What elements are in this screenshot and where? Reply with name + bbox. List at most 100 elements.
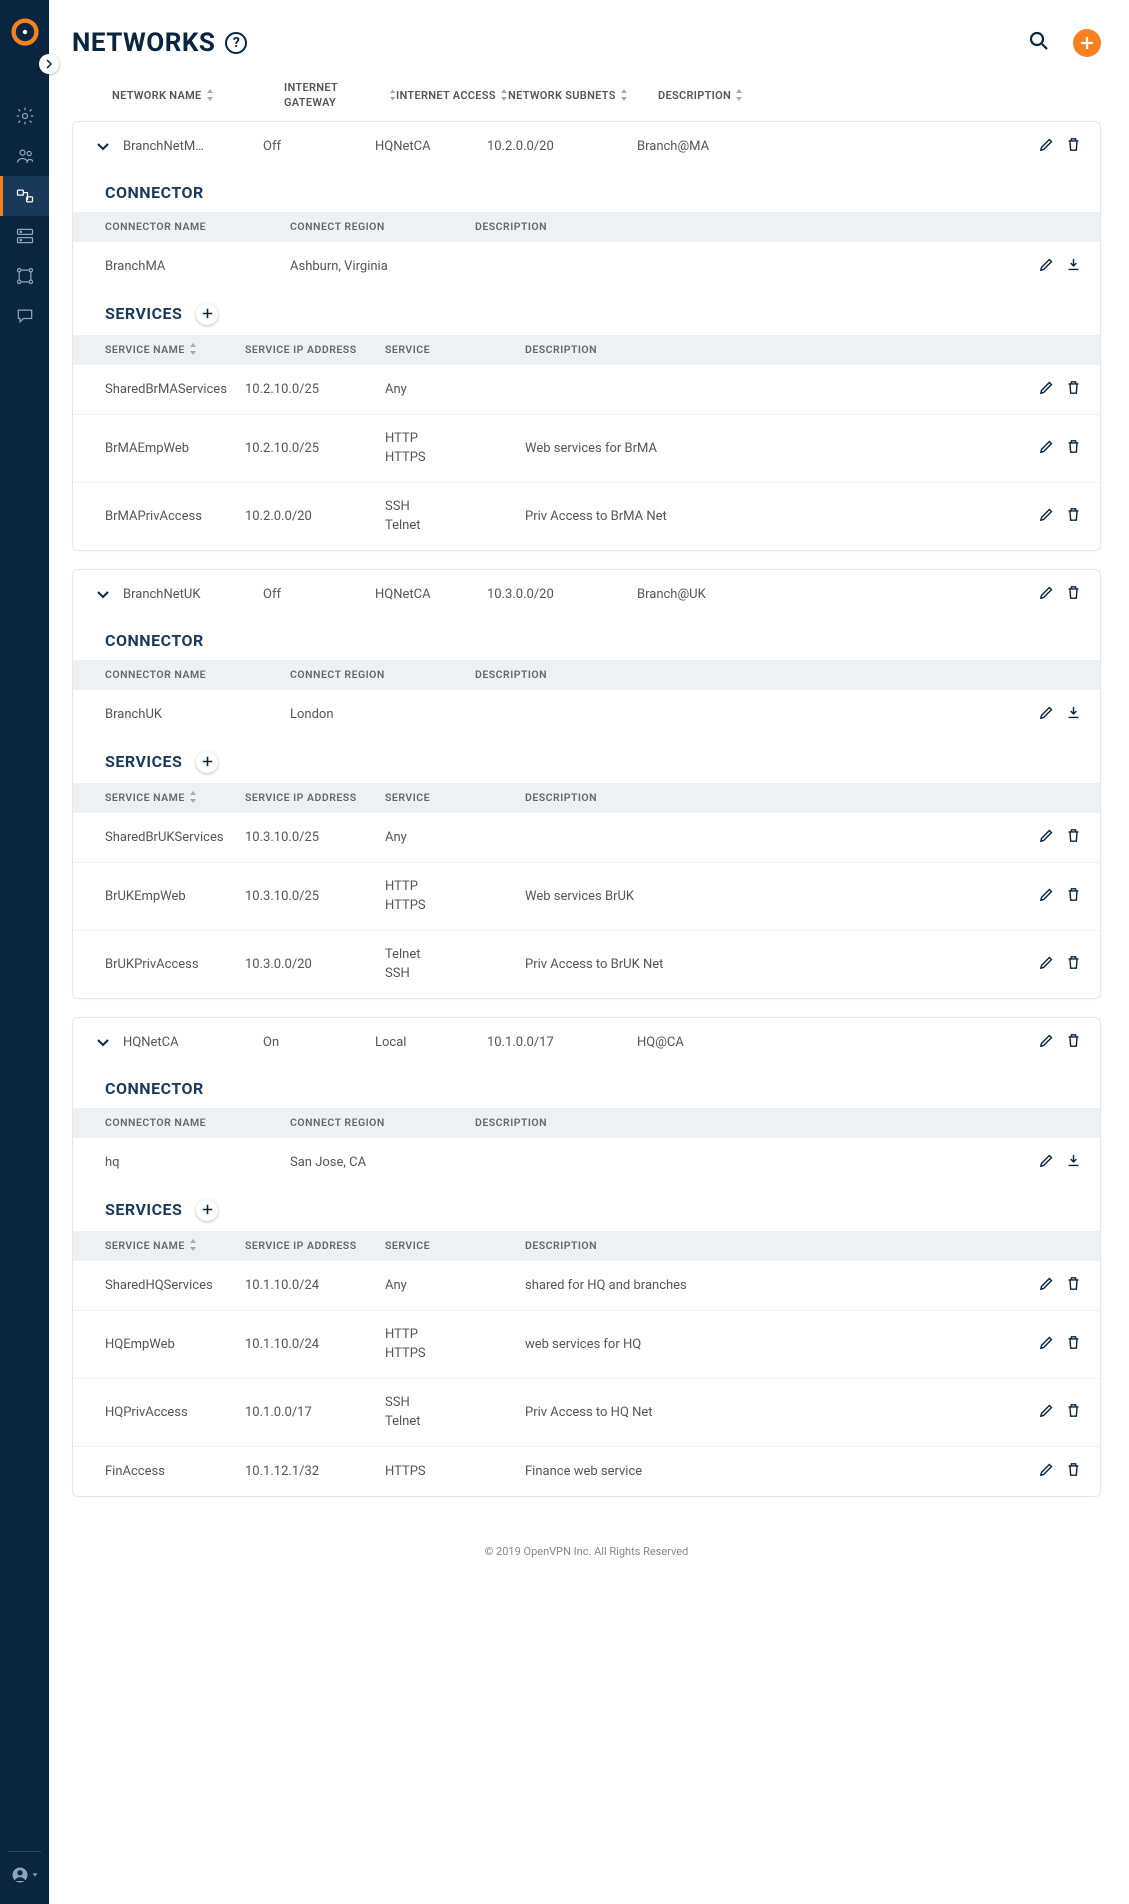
- delete-service-button[interactable]: [1065, 379, 1082, 400]
- edit-service-button[interactable]: [1038, 1461, 1055, 1482]
- delete-service-button[interactable]: [1065, 438, 1082, 459]
- col-connector-name: CONNECTOR NAME: [105, 220, 290, 233]
- delete-service-button[interactable]: [1065, 827, 1082, 848]
- service-name: BrMAEmpWeb: [105, 441, 245, 456]
- connector-section-title: CONNECTOR: [73, 619, 1100, 660]
- service-ip: 10.3.10.0/25: [245, 830, 385, 845]
- network-row: BranchNetM… Off HQNetCA 10.2.0.0/20 Bran…: [73, 122, 1100, 171]
- caret-down-icon: [31, 1871, 39, 1879]
- nav-hosts[interactable]: [0, 216, 49, 256]
- services-table-header: SERVICE NAME SERVICE IP ADDRESS SERVICE …: [73, 783, 1100, 812]
- edit-service-button[interactable]: [1038, 379, 1055, 400]
- service-ip: 10.2.10.0/25: [245, 441, 385, 456]
- add-service-button[interactable]: [196, 303, 218, 325]
- nav-logs[interactable]: [0, 296, 49, 336]
- user-menu-button[interactable]: [0, 1866, 49, 1884]
- footer-text: © 2019 OpenVPN Inc. All Rights Reserved: [72, 1515, 1101, 1588]
- col-connector-description: DESCRIPTION: [475, 220, 1082, 233]
- delete-service-button[interactable]: [1065, 1402, 1082, 1423]
- trash-icon: [1065, 1275, 1082, 1292]
- edit-service-button[interactable]: [1038, 886, 1055, 907]
- edit-network-button[interactable]: [1038, 1032, 1055, 1053]
- expand-network-button[interactable]: [83, 138, 123, 154]
- delete-service-button[interactable]: [1065, 506, 1082, 527]
- col-connector-region: CONNECT REGION: [290, 220, 475, 233]
- col-gateway[interactable]: INTERNET GATEWAY: [284, 80, 396, 111]
- col-service-name[interactable]: SERVICE NAME: [105, 1239, 245, 1252]
- search-icon: [1027, 29, 1051, 53]
- edit-connector-button[interactable]: [1038, 256, 1055, 277]
- network-card: BranchNetUK Off HQNetCA 10.3.0.0/20 Bran…: [72, 569, 1101, 999]
- add-service-button[interactable]: [196, 751, 218, 773]
- connector-table-header: CONNECTOR NAME CONNECT REGION DESCRIPTIO…: [73, 1108, 1100, 1137]
- delete-service-button[interactable]: [1065, 954, 1082, 975]
- col-name[interactable]: NETWORK NAME: [112, 80, 284, 111]
- service-type: HTTPHTTPS: [385, 1325, 525, 1364]
- download-connector-button[interactable]: [1065, 704, 1082, 725]
- edit-service-button[interactable]: [1038, 506, 1055, 527]
- nav-users[interactable]: [0, 136, 49, 176]
- edit-service-button[interactable]: [1038, 827, 1055, 848]
- nav-topology[interactable]: [0, 256, 49, 296]
- nav-settings[interactable]: [0, 96, 49, 136]
- service-row: SharedBrUKServices 10.3.10.0/25 Any: [73, 812, 1100, 862]
- trash-icon: [1065, 438, 1082, 455]
- plus-icon: [202, 756, 213, 767]
- service-ip: 10.3.10.0/25: [245, 889, 385, 904]
- delete-service-button[interactable]: [1065, 1334, 1082, 1355]
- chevron-down-icon: [95, 586, 111, 602]
- edit-icon: [1038, 1152, 1055, 1169]
- table-column-headers: NETWORK NAME INTERNET GATEWAY INTERNET A…: [72, 80, 1101, 121]
- expand-network-button[interactable]: [83, 1034, 123, 1050]
- service-name: HQEmpWeb: [105, 1337, 245, 1352]
- edit-network-button[interactable]: [1038, 136, 1055, 157]
- col-service-name[interactable]: SERVICE NAME: [105, 343, 245, 356]
- download-connector-button[interactable]: [1065, 256, 1082, 277]
- delete-network-button[interactable]: [1065, 1032, 1082, 1053]
- network-gateway: Off: [263, 139, 375, 154]
- edit-service-button[interactable]: [1038, 438, 1055, 459]
- edit-network-button[interactable]: [1038, 584, 1055, 605]
- col-access[interactable]: INTERNET ACCESS: [396, 80, 508, 111]
- edit-connector-button[interactable]: [1038, 1152, 1055, 1173]
- connector-row: BranchUK London: [73, 689, 1100, 739]
- delete-service-button[interactable]: [1065, 1275, 1082, 1296]
- edit-service-button[interactable]: [1038, 1334, 1055, 1355]
- network-name: HQNetCA: [123, 1035, 263, 1050]
- service-ip: 10.1.0.0/17: [245, 1405, 385, 1420]
- expand-network-button[interactable]: [83, 586, 123, 602]
- col-service-name[interactable]: SERVICE NAME: [105, 791, 245, 804]
- delete-service-button[interactable]: [1065, 1461, 1082, 1482]
- help-button[interactable]: ?: [225, 32, 247, 54]
- delete-service-button[interactable]: [1065, 886, 1082, 907]
- service-type: Any: [385, 1276, 525, 1296]
- col-subnets[interactable]: NETWORK SUBNETS: [508, 80, 658, 111]
- service-name: SharedHQServices: [105, 1278, 245, 1293]
- service-row: BrUKEmpWeb 10.3.10.0/25 HTTPHTTPS Web se…: [73, 862, 1100, 930]
- trash-icon: [1065, 584, 1082, 601]
- edit-service-button[interactable]: [1038, 1275, 1055, 1296]
- network-access: HQNetCA: [375, 587, 487, 602]
- edit-icon: [1038, 136, 1055, 153]
- connector-section-title: CONNECTOR: [73, 171, 1100, 212]
- trash-icon: [1065, 1461, 1082, 1478]
- delete-network-button[interactable]: [1065, 584, 1082, 605]
- edit-icon: [1038, 827, 1055, 844]
- services-table-header: SERVICE NAME SERVICE IP ADDRESS SERVICE …: [73, 335, 1100, 364]
- add-network-button[interactable]: [1073, 29, 1101, 57]
- service-name: BrUKPrivAccess: [105, 957, 245, 972]
- edit-service-button[interactable]: [1038, 954, 1055, 975]
- download-connector-button[interactable]: [1065, 1152, 1082, 1173]
- nav-networks[interactable]: [0, 176, 49, 216]
- service-name: BrMAPrivAccess: [105, 509, 245, 524]
- edit-service-button[interactable]: [1038, 1402, 1055, 1423]
- edit-connector-button[interactable]: [1038, 704, 1055, 725]
- service-row: SharedBrMAServices 10.2.10.0/25 Any: [73, 364, 1100, 414]
- delete-network-button[interactable]: [1065, 136, 1082, 157]
- expand-sidebar-button[interactable]: [39, 54, 59, 74]
- add-service-button[interactable]: [196, 1199, 218, 1221]
- service-name: HQPrivAccess: [105, 1405, 245, 1420]
- service-ip: 10.3.0.0/20: [245, 957, 385, 972]
- search-button[interactable]: [1027, 29, 1051, 57]
- col-description[interactable]: DESCRIPTION: [658, 80, 838, 111]
